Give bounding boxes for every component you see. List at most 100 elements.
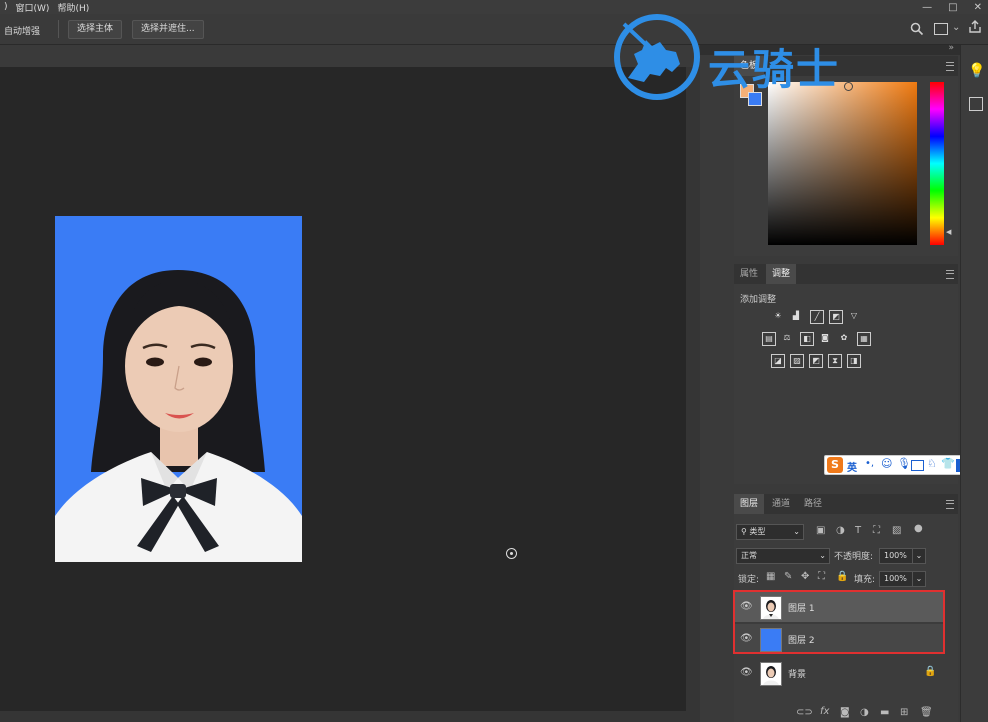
add-mask-icon[interactable]: ◙ — [840, 707, 850, 718]
menu-bar: ) 窗口(W) 帮助(H) — [0, 0, 988, 14]
smart-object-filter-icon[interactable]: ▨ — [892, 525, 901, 536]
visibility-eye-icon[interactable]: 👁 — [740, 667, 753, 678]
chevron-down-icon[interactable]: ⌄ — [912, 571, 926, 587]
layer-row[interactable]: 👁 图层 1 — [734, 592, 944, 622]
layer-row[interactable]: 👁 背景 🔒 — [734, 658, 944, 688]
color-picker-handle[interactable] — [844, 82, 853, 91]
color-balance-icon[interactable]: ⚖ — [781, 332, 793, 344]
layer-filter-label: 类型 — [749, 527, 766, 536]
chevron-down-icon[interactable]: ⌄ — [952, 22, 960, 33]
black-white-icon[interactable]: ◧ — [800, 332, 814, 346]
menu-item-window[interactable]: 窗口(W) — [12, 1, 54, 14]
id-photo — [55, 216, 302, 562]
new-group-icon[interactable]: ▬ — [880, 707, 889, 718]
delete-layer-icon[interactable]: 🗑 — [920, 707, 933, 718]
select-and-mask-button[interactable]: 选择并遮住... — [132, 20, 204, 39]
hue-saturation-icon[interactable]: ▤ — [762, 332, 776, 346]
menu-item-help[interactable]: 帮助(H) — [53, 1, 93, 14]
adjustments-panel: 属性 调整 添加调整 ☀ ▟ ╱ ◩ ▽ ▤ ⚖ ◧ ◙ ✿ ▦ ◪ ▨ ◩ ⧗… — [734, 264, 958, 484]
ime-keyboard-icon[interactable] — [911, 460, 924, 471]
lock-transparency-icon[interactable]: ▦ — [766, 571, 775, 582]
layer-name: 背景 — [788, 670, 807, 680]
ime-emoji-icon[interactable]: ☺ — [881, 457, 892, 470]
watermark-text: 云骑士 — [708, 45, 841, 94]
close-button[interactable]: ✕ — [974, 2, 982, 13]
tab-layers[interactable]: 图层 — [734, 494, 765, 514]
exposure-icon[interactable]: ◩ — [829, 310, 843, 324]
type-filter-icon[interactable]: T — [855, 525, 861, 536]
opacity-label: 不透明度: — [834, 552, 874, 562]
new-layer-icon[interactable]: ⊞ — [900, 707, 908, 718]
window-controls: — □ ✕ — [922, 0, 982, 14]
portrait-image — [55, 216, 302, 562]
horizontal-scrollbar[interactable] — [0, 711, 700, 722]
blend-mode-dropdown[interactable]: 正常 ⌄ — [736, 548, 830, 564]
layer-thumbnail — [760, 662, 782, 686]
filter-toggle-icon[interactable]: ● — [914, 523, 923, 534]
menu-item-partial[interactable]: ) — [0, 2, 12, 12]
new-adjustment-icon[interactable]: ◑ — [860, 707, 869, 718]
knight-icon — [622, 22, 680, 82]
lock-position-icon[interactable]: ✥ — [801, 571, 809, 582]
shape-filter-icon[interactable]: ⛶ — [873, 525, 880, 536]
layer-name: 图层 1 — [788, 604, 815, 614]
photo-filter-icon[interactable]: ◙ — [819, 332, 831, 344]
curves-icon[interactable]: ╱ — [810, 310, 824, 324]
lock-label: 锁定: — [738, 575, 760, 585]
layer-filter-dropdown[interactable]: ⚲ 类型 ⌄ — [736, 524, 804, 540]
hue-slider[interactable] — [930, 82, 944, 245]
maximize-button[interactable]: □ — [948, 2, 957, 13]
ime-tools-icon[interactable]: ♘ — [927, 457, 937, 470]
levels-icon[interactable]: ▟ — [790, 310, 802, 322]
search-icon[interactable] — [910, 22, 924, 39]
tab-properties[interactable]: 属性 — [734, 264, 764, 284]
fill-value: 100% — [884, 574, 907, 583]
brightness-icon[interactable]: ☀ — [772, 310, 784, 322]
panel-menu-icon[interactable] — [946, 500, 954, 509]
vibrance-icon[interactable]: ▽ — [848, 310, 860, 322]
divider — [58, 20, 59, 38]
document-tab-strip — [0, 45, 700, 67]
share-icon[interactable] — [968, 20, 982, 37]
right-tool-strip: 💡 — [960, 45, 988, 722]
lock-all-icon[interactable]: 🔒 — [836, 571, 848, 582]
tab-adjustments[interactable]: 调整 — [766, 264, 797, 284]
ime-language-toggle[interactable]: 英 — [847, 459, 857, 474]
vertical-scrollbar[interactable] — [686, 67, 700, 722]
selective-color-icon[interactable]: ◨ — [847, 354, 861, 368]
visibility-eye-icon[interactable]: 👁 — [740, 601, 753, 612]
select-subject-button[interactable]: 选择主体 — [68, 20, 123, 39]
ime-voice-icon[interactable]: 🎙 — [897, 457, 911, 470]
threshold-icon[interactable]: ◩ — [809, 354, 823, 368]
lock-icon: 🔒 — [924, 666, 937, 677]
lock-artboard-icon[interactable]: ⛶ — [818, 571, 825, 582]
panel-menu-icon[interactable] — [946, 62, 954, 71]
minimize-button[interactable]: — — [922, 2, 932, 13]
ime-skin-icon[interactable]: 👕 — [941, 457, 955, 470]
panel-menu-icon[interactable] — [946, 270, 954, 279]
fx-icon[interactable]: fx — [820, 706, 829, 717]
auto-enhance-label[interactable]: 自动增强 — [4, 24, 40, 37]
posterize-icon[interactable]: ▨ — [790, 354, 804, 368]
collapse-icon[interactable]: » — [948, 43, 954, 53]
learn-icon[interactable]: 💡 — [968, 63, 985, 79]
chevron-down-icon[interactable]: ⌄ — [912, 548, 926, 564]
libraries-icon[interactable] — [969, 97, 983, 111]
color-lookup-icon[interactable]: ▦ — [857, 332, 871, 346]
ime-punct-icon[interactable]: •, — [865, 458, 874, 469]
adjustment-filter-icon[interactable]: ◑ — [836, 525, 845, 536]
channel-mixer-icon[interactable]: ✿ — [838, 332, 850, 344]
pixel-filter-icon[interactable]: ▣ — [816, 525, 825, 536]
tab-channels[interactable]: 通道 — [766, 494, 796, 514]
gradient-map-icon[interactable]: ⧗ — [828, 354, 842, 368]
visibility-eye-icon[interactable]: 👁 — [740, 633, 753, 644]
layer-row[interactable]: 👁 图层 2 — [734, 624, 944, 654]
ime-logo-icon[interactable]: S — [827, 457, 843, 473]
blend-mode-value: 正常 — [741, 551, 757, 560]
tab-paths[interactable]: 路径 — [798, 494, 828, 514]
workspace-icon[interactable] — [934, 23, 948, 35]
color-picker-field[interactable] — [768, 82, 917, 245]
link-layers-icon[interactable]: ⊂⊃ — [796, 707, 813, 718]
lock-pixels-icon[interactable]: ✎ — [784, 571, 792, 582]
invert-icon[interactable]: ◪ — [771, 354, 785, 368]
